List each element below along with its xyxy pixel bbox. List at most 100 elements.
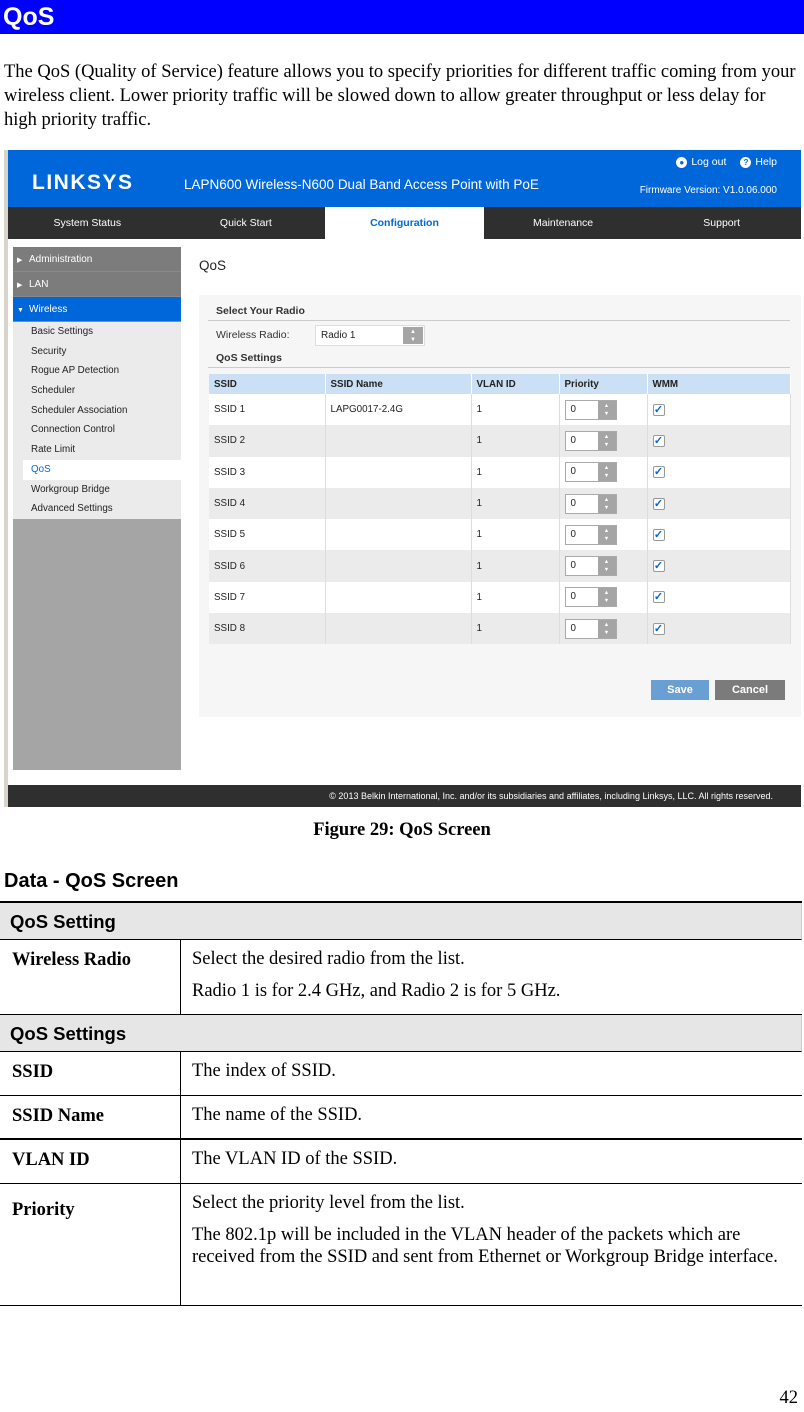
priority-value: 0 <box>570 403 576 415</box>
wmm-checkbox[interactable]: ✓ <box>652 466 665 479</box>
copyright-footer: © 2013 Belkin International, Inc. and/or… <box>8 785 801 807</box>
caret-down-icon: ▼ <box>17 307 24 314</box>
cell-priority: 0 ▲ ▼ <box>559 581 648 614</box>
priority-select[interactable]: 0 ▲ ▼ <box>564 524 617 545</box>
cell-ssid: SSID 8 <box>209 613 326 645</box>
desc-line: Radio 1 is for 2.4 GHz, and Radio 2 is f… <box>192 981 561 1001</box>
sidebar-item-qos[interactable]: QoS <box>23 459 181 480</box>
wmm-checkbox[interactable]: ✓ <box>652 622 665 635</box>
wireless-radio-label: Wireless Radio: <box>216 329 290 341</box>
help-icon: ? <box>740 156 752 168</box>
priority-value: 0 <box>570 528 576 540</box>
wmm-checkbox[interactable]: ✓ <box>652 560 665 573</box>
sidebar: ▶ Administration ▶ LAN ▼ Wireless Basic Set… <box>13 247 181 770</box>
content-title: QoS <box>199 258 227 273</box>
cell-vlan-id: 1 <box>471 550 560 582</box>
divider <box>208 320 790 321</box>
cell-priority: 0 ▲ ▼ <box>559 550 648 582</box>
row-description: Select the desired radio from the list. … <box>181 940 802 1014</box>
help-link[interactable]: ? Help <box>740 156 777 168</box>
priority-select[interactable]: 0 ▲ ▼ <box>564 462 617 483</box>
wmm-checkbox[interactable]: ✓ <box>652 591 665 604</box>
page-heading: QoS <box>0 0 804 34</box>
row-label: Wireless Radio <box>0 940 181 1014</box>
tab-quick-start[interactable]: Quick Start <box>167 207 326 239</box>
cell-ssid: SSID 2 <box>209 425 326 457</box>
caret-right-icon: ▶ <box>17 257 23 264</box>
sidebar-group-wireless[interactable]: ▼ Wireless <box>13 297 181 322</box>
row-label: VLAN ID <box>0 1140 181 1183</box>
wmm-checkbox[interactable]: ✓ <box>652 434 665 447</box>
priority-select[interactable]: 0 ▲ ▼ <box>564 556 617 577</box>
row-vlan-id: VLAN ID The VLAN ID of the SSID. <box>0 1140 802 1184</box>
cancel-button[interactable]: Cancel <box>715 680 785 700</box>
product-title: LAPN600 Wireless-N600 Dual Band Access P… <box>184 177 539 192</box>
cell-priority: 0 ▲ ▼ <box>559 613 648 645</box>
cell-ssid-name <box>325 425 472 457</box>
wmm-checkbox[interactable]: ✓ <box>652 528 665 541</box>
tab-support[interactable]: Support <box>642 207 801 239</box>
sidebar-group-administration[interactable]: ▶ Administration <box>13 247 181 272</box>
sidebar-item-rogue-ap-detection[interactable]: Rogue AP Detection <box>13 361 181 381</box>
cell-wmm: ✓ <box>647 487 791 520</box>
spinner-icon: ▲ ▼ <box>597 588 616 607</box>
sidebar-item-workgroup-bridge[interactable]: Workgroup Bridge <box>13 480 181 500</box>
top-links: ● Log out ? Help <box>676 156 777 168</box>
sidebar-item-scheduler-association[interactable]: Scheduler Association <box>13 401 181 421</box>
spinner-icon: ▲ ▼ <box>597 525 616 544</box>
priority-select[interactable]: 0 ▲ ▼ <box>564 399 617 420</box>
priority-select[interactable]: 0 ▲ ▼ <box>564 430 617 451</box>
cell-priority: 0 ▲ ▼ <box>559 519 648 551</box>
sidebar-item-connection-control[interactable]: Connection Control <box>13 420 181 440</box>
sidebar-group-lan[interactable]: ▶ LAN <box>13 272 181 297</box>
priority-select[interactable]: 0 ▲ ▼ <box>564 618 617 639</box>
priority-value: 0 <box>570 622 576 634</box>
table-row: SSID 4 1 0 ▲ ▼ ✓ <box>209 487 791 520</box>
table-header-row: SSID SSID Name VLAN ID Priority WMM <box>209 374 791 394</box>
select-radio-title: Select Your Radio <box>216 305 305 317</box>
cell-vlan-id: 1 <box>471 581 560 614</box>
data-heading: Data - QoS Screen <box>4 870 179 892</box>
wmm-checkbox[interactable]: ✓ <box>652 403 665 416</box>
desc-line: Select the desired radio from the list. <box>192 949 465 969</box>
table-row: SSID 6 1 0 ▲ ▼ ✓ <box>209 550 791 582</box>
sidebar-item-advanced-settings[interactable]: Advanced Settings <box>13 499 181 519</box>
row-description: The VLAN ID of the SSID. <box>192 1149 398 1169</box>
logout-link[interactable]: ● Log out <box>676 156 726 168</box>
priority-select[interactable]: 0 ▲ ▼ <box>564 493 617 514</box>
table-row: SSID 8 1 0 ▲ ▼ ✓ <box>209 613 791 645</box>
cell-priority: 0 ▲ ▼ <box>559 456 648 488</box>
table-row: SSID 1 LAPG0017-2.4G 1 0 ▲ ▼ ✓ <box>209 394 791 426</box>
cell-priority: 0 ▲ ▼ <box>559 487 648 520</box>
save-button[interactable]: Save <box>651 680 709 700</box>
section-qos-setting: QoS Setting <box>0 903 802 940</box>
sidebar-item-security[interactable]: Security <box>13 342 181 362</box>
tab-configuration[interactable]: Configuration <box>325 207 484 239</box>
wireless-radio-select[interactable]: Radio 1 ▲ ▼ <box>315 325 425 346</box>
cell-ssid-name <box>325 487 472 520</box>
spinner-icon: ▲ ▼ <box>597 463 616 482</box>
divider <box>208 367 790 368</box>
row-description: The index of SSID. <box>192 1061 336 1081</box>
col-ssid: SSID <box>209 374 326 394</box>
table-row: SSID 5 1 0 ▲ ▼ ✓ <box>209 519 791 551</box>
cell-ssid: SSID 4 <box>209 487 326 520</box>
tab-system-status[interactable]: System Status <box>8 207 167 239</box>
col-ssid-name: SSID Name <box>325 374 472 394</box>
qos-panel: Select Your Radio Wireless Radio: Radio … <box>199 295 801 717</box>
row-ssid-name: SSID Name The name of the SSID. <box>0 1096 802 1140</box>
cell-wmm: ✓ <box>647 519 791 551</box>
qos-screenshot: LINKSYS LAPN600 Wireless-N600 Dual Band … <box>4 150 801 807</box>
intro-paragraph: The QoS (Quality of Service) feature all… <box>4 62 796 130</box>
row-description: The name of the SSID. <box>192 1105 363 1125</box>
cell-priority: 0 ▲ ▼ <box>559 425 648 457</box>
priority-select[interactable]: 0 ▲ ▼ <box>564 587 617 608</box>
sidebar-item-rate-limit[interactable]: Rate Limit <box>13 440 181 460</box>
priority-value: 0 <box>570 434 576 446</box>
data-table: QoS Setting Wireless Radio Select the de… <box>0 901 802 1306</box>
cell-priority: 0 ▲ ▼ <box>559 394 648 426</box>
sidebar-item-scheduler[interactable]: Scheduler <box>13 381 181 401</box>
wmm-checkbox[interactable]: ✓ <box>652 497 665 510</box>
tab-maintenance[interactable]: Maintenance <box>484 207 643 239</box>
sidebar-item-basic-settings[interactable]: Basic Settings <box>13 322 181 342</box>
